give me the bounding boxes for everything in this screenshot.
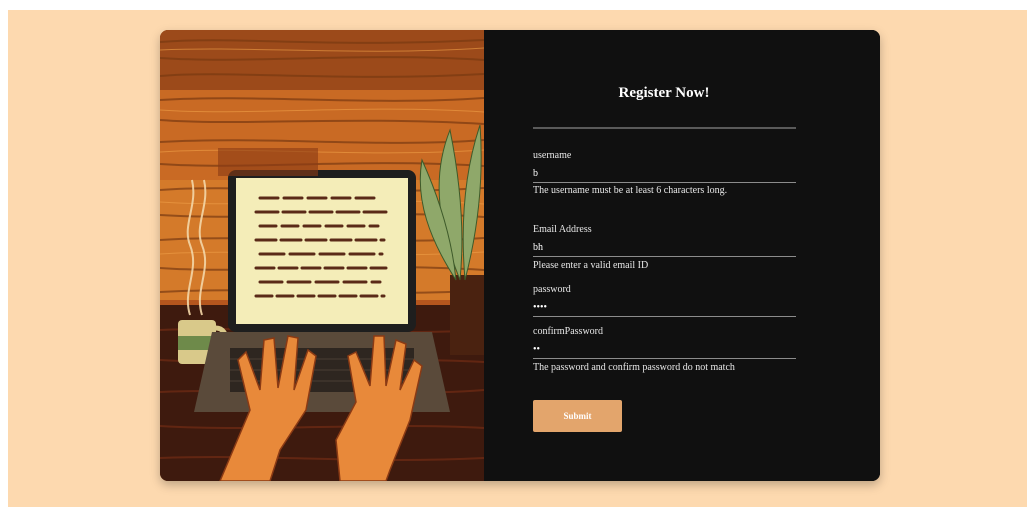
username-label: username: [533, 150, 572, 161]
email-error: Please enter a valid email ID: [533, 260, 649, 271]
username-input[interactable]: [533, 164, 796, 183]
email-label: Email Address: [533, 224, 592, 235]
laptop-typing-illustration: [160, 30, 484, 481]
confirm-password-input[interactable]: [533, 340, 796, 359]
submit-button[interactable]: Submit: [533, 400, 622, 432]
form-title: Register Now!: [618, 85, 710, 101]
register-form: Register Now! username The username must…: [484, 30, 880, 481]
password-label: password: [533, 284, 571, 295]
username-error: The username must be at least 6 characte…: [533, 185, 728, 196]
email-input[interactable]: [533, 238, 796, 257]
confirm-password-label: confirmPassword: [533, 326, 603, 337]
register-card: Register Now! username The username must…: [160, 30, 880, 481]
title-divider: [533, 127, 796, 129]
page-background: Register Now! username The username must…: [8, 10, 1027, 507]
illustration-svg: [160, 30, 484, 481]
password-input[interactable]: [533, 298, 796, 317]
confirm-password-error: The password and confirm password do not…: [533, 362, 735, 373]
